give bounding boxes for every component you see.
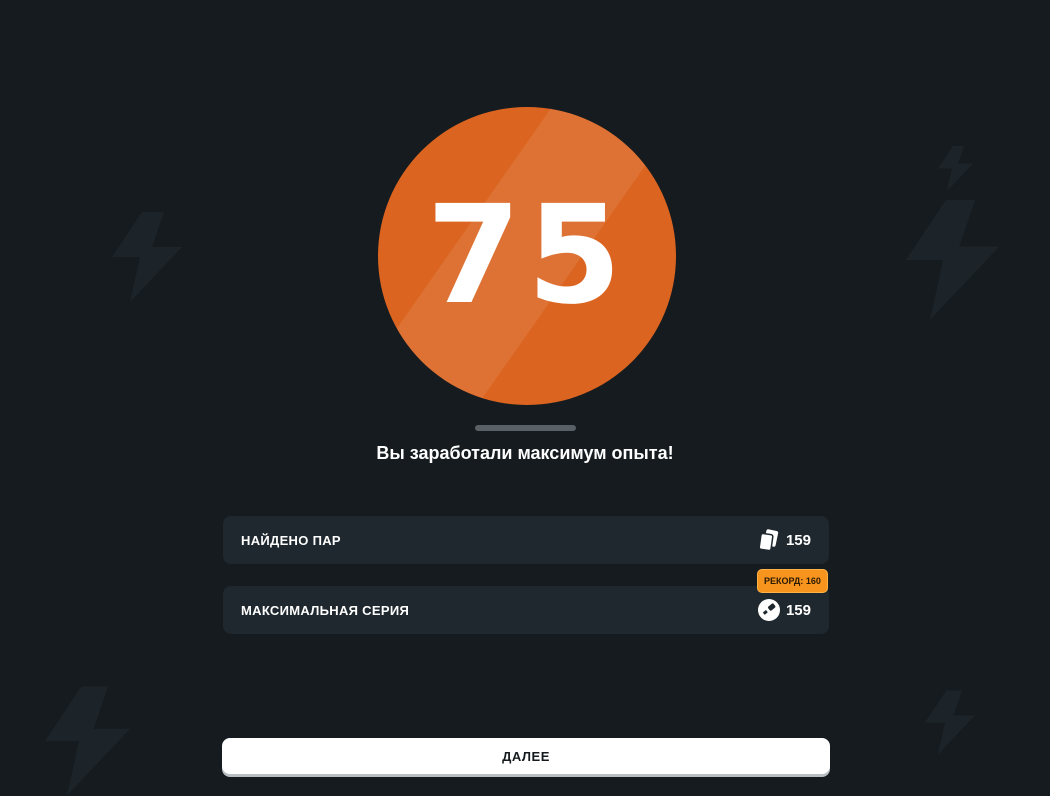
bolt-decoration-icon — [925, 690, 975, 755]
stat-label: НАЙДЕНО ПАР — [241, 532, 341, 548]
streak-icon — [757, 599, 780, 621]
next-button[interactable]: ДАЛЕЕ — [222, 738, 830, 774]
cards-icon — [758, 529, 780, 551]
bolt-decoration-icon — [905, 200, 1000, 320]
stat-label: МАКСИМАЛЬНАЯ СЕРИЯ — [241, 602, 410, 618]
score-circle: 75 — [378, 107, 676, 405]
record-badge: РЕКОРД: 160 — [757, 569, 828, 593]
bolt-decoration-icon — [45, 686, 130, 796]
bolt-decoration-icon — [938, 146, 973, 191]
bolt-decoration-icon — [112, 212, 182, 302]
score-value: 75 — [426, 177, 628, 335]
divider — [475, 425, 576, 431]
stat-max-streak: МАКСИМАЛЬНАЯ СЕРИЯ 159 — [223, 586, 829, 634]
stat-value: 159 — [785, 601, 811, 619]
stat-value: 159 — [785, 531, 811, 549]
stat-found-pairs: НАЙДЕНО ПАР 159 — [223, 516, 829, 564]
result-message: Вы заработали максимум опыта! — [376, 443, 674, 463]
